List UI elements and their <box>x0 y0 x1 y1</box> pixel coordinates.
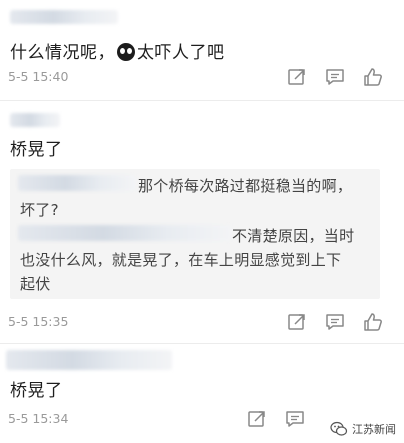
comment-meta: 5-5 15:40 <box>0 66 404 90</box>
face-emoji-icon <box>117 43 135 61</box>
username-blurred[interactable] <box>10 113 60 127</box>
comment-time: 5-5 15:40 <box>8 69 69 84</box>
like-icon[interactable] <box>362 66 384 88</box>
username-blurred <box>18 225 232 241</box>
like-icon[interactable] <box>362 311 384 333</box>
comment-1: 什么情况呢， 太吓人了吧 5-5 15:40 <box>0 0 404 100</box>
quote-line: 也没什么风，就是晃了，在车上明显感觉到上下 <box>20 251 342 269</box>
quoted-replies: 那个桥每次路过都挺稳当的啊， 坏了? 不清楚原因，当时 也没什么风，就是晃了，在… <box>10 169 380 299</box>
share-icon[interactable] <box>286 66 308 88</box>
quote-line: 那个桥每次路过都挺稳当的啊， <box>138 177 353 195</box>
watermark-text: 江苏新闻 <box>352 423 396 436</box>
comment-text: 桥晃了 <box>10 381 63 401</box>
reply-icon[interactable] <box>324 66 346 88</box>
username-blurred <box>18 175 136 191</box>
comment-time: 5-5 15:35 <box>8 314 69 329</box>
reply-icon[interactable] <box>324 311 346 333</box>
comment-text: 桥晃了 <box>10 140 63 160</box>
quote-line: 起伏 <box>20 275 51 293</box>
username-blurred[interactable] <box>10 10 118 24</box>
share-icon[interactable] <box>246 408 268 430</box>
wechat-icon <box>330 421 348 436</box>
comment-text-part: 什么情况呢， <box>10 43 115 63</box>
share-icon[interactable] <box>286 311 308 333</box>
watermark: 江苏新闻 <box>330 421 396 437</box>
comment-time: 5-5 15:34 <box>8 411 69 426</box>
username-blurred[interactable] <box>6 350 172 370</box>
reply-icon[interactable] <box>284 408 306 430</box>
comment-2: 桥晃了 那个桥每次路过都挺稳当的啊， 坏了? 不清楚原因，当时 也没什么风，就是… <box>0 101 404 345</box>
comment-text-part: 太吓人了吧 <box>137 43 225 63</box>
quote-line: 不清楚原因，当时 <box>232 227 355 245</box>
comment-meta: 5-5 15:35 <box>0 311 404 335</box>
quote-line: 坏了? <box>20 201 59 219</box>
comment-text: 什么情况呢， 太吓人了吧 <box>10 38 225 63</box>
